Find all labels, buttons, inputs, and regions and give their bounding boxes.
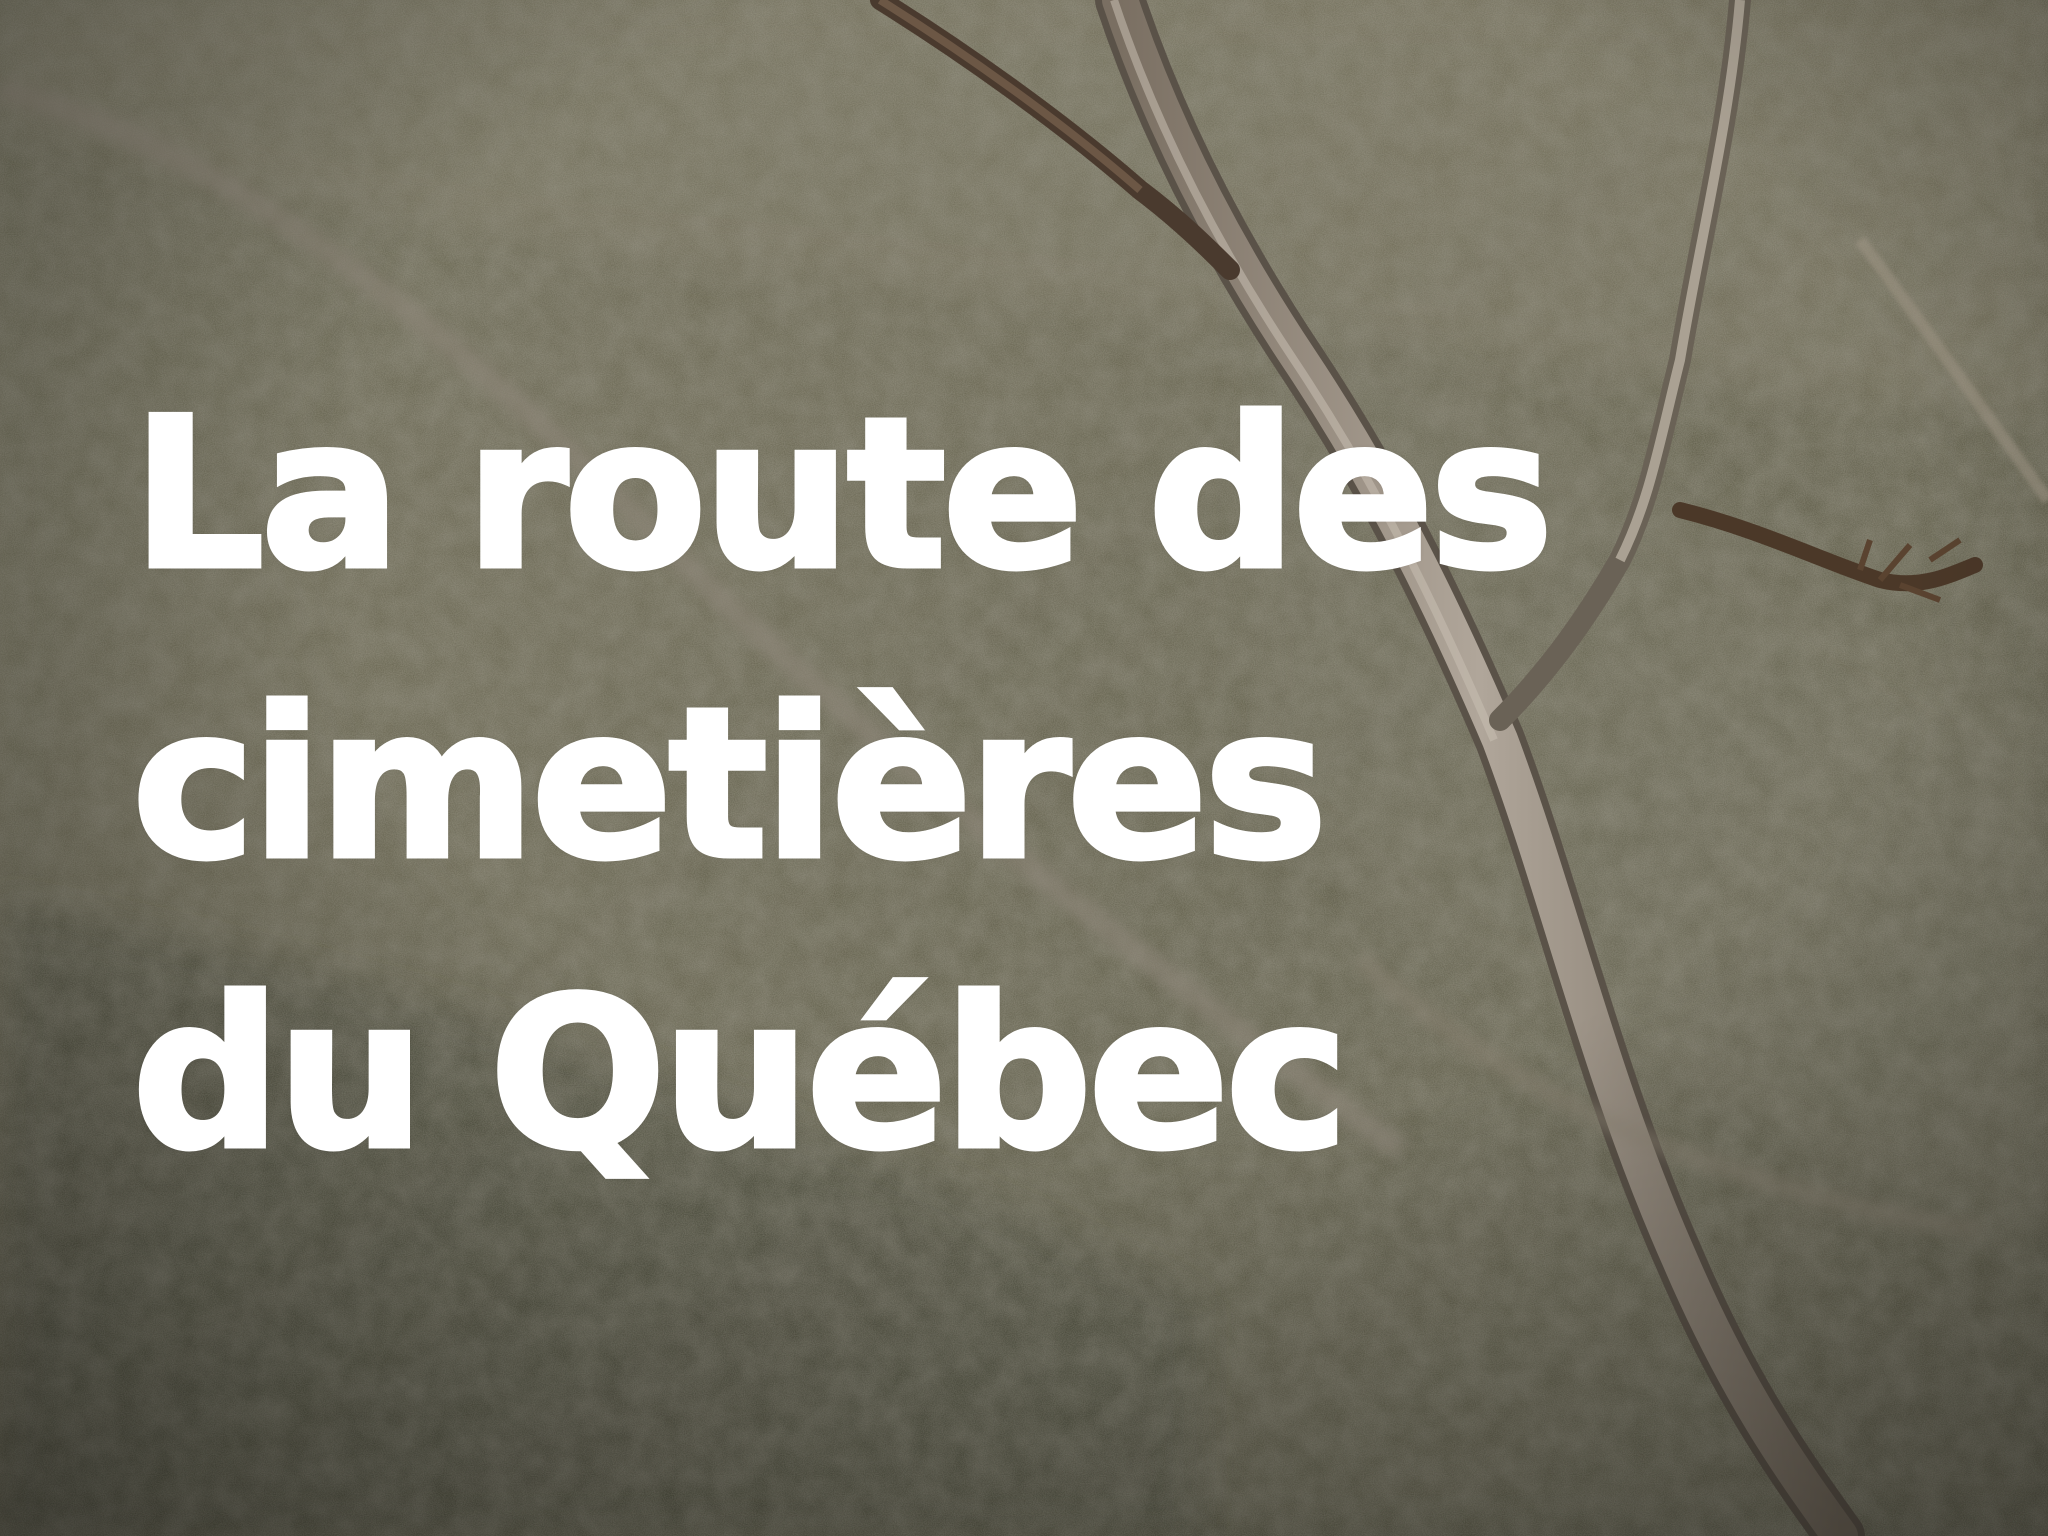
title-line-3: du Québec: [130, 952, 1352, 1199]
title-text: La route des cimetières du Québec: [130, 350, 1732, 1220]
title-line-2: cimetières: [130, 662, 1331, 909]
title-line-1: La route des: [130, 372, 1557, 619]
title-card: La route des cimetières du Québec: [0, 0, 2048, 1536]
